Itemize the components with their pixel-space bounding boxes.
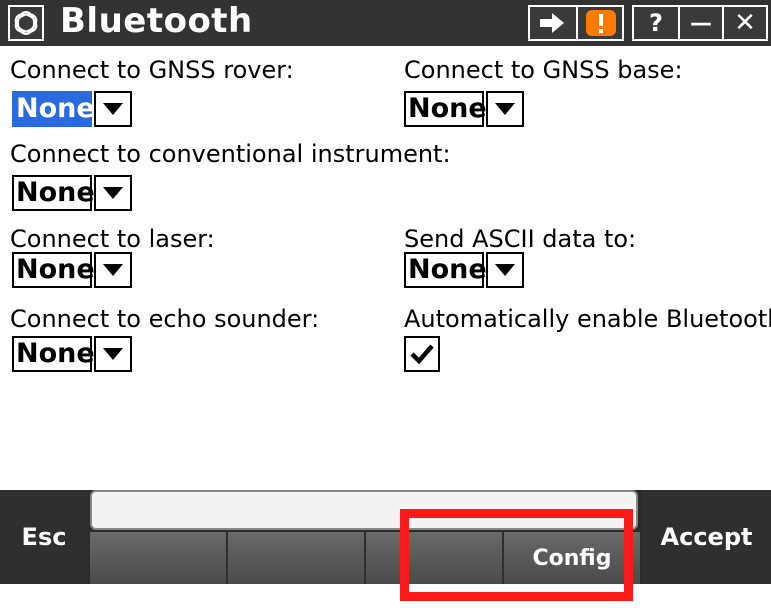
chevron-down-icon[interactable] bbox=[94, 175, 132, 211]
minimize-button[interactable]: — bbox=[680, 7, 722, 39]
ascii-label: Send ASCII data to: bbox=[404, 225, 637, 253]
softkey-1[interactable] bbox=[90, 532, 228, 584]
esc-button[interactable]: Esc bbox=[0, 490, 88, 584]
laser-dropdown[interactable]: None bbox=[12, 252, 132, 288]
app-menu-icon[interactable] bbox=[8, 5, 44, 41]
laser-label: Connect to laser: bbox=[10, 225, 215, 253]
check-icon bbox=[410, 344, 434, 365]
chevron-down-icon[interactable] bbox=[486, 91, 524, 127]
conventional-dropdown[interactable]: None bbox=[12, 175, 132, 211]
title-bar: Bluetooth ? — ✕ bbox=[0, 0, 771, 46]
nav-arrow-icon[interactable] bbox=[530, 7, 576, 39]
warning-icon[interactable] bbox=[580, 7, 622, 39]
bottom-bar: Esc Config Accept bbox=[0, 490, 771, 584]
bluetooth-window: Bluetooth ? — ✕ Connect to GNSS rover: N… bbox=[0, 0, 771, 584]
echo-dropdown[interactable]: None bbox=[12, 336, 132, 372]
laser-value[interactable]: None bbox=[12, 252, 95, 288]
ascii-value[interactable]: None bbox=[404, 252, 487, 288]
chevron-down-icon[interactable] bbox=[486, 252, 524, 288]
auto-enable-checkbox[interactable] bbox=[404, 336, 440, 372]
softkey-2[interactable] bbox=[228, 532, 366, 584]
status-group bbox=[528, 5, 624, 41]
echo-value[interactable]: None bbox=[12, 336, 95, 372]
accept-button[interactable]: Accept bbox=[642, 490, 771, 584]
auto-enable-label: Automatically enable Bluetooth: bbox=[404, 305, 771, 333]
chevron-down-icon[interactable] bbox=[94, 336, 132, 372]
gnss-base-label: Connect to GNSS base: bbox=[404, 56, 683, 84]
chevron-down-icon[interactable] bbox=[94, 91, 132, 127]
close-button[interactable]: ✕ bbox=[724, 7, 766, 39]
window-controls: ? — ✕ bbox=[632, 5, 768, 41]
help-button[interactable]: ? bbox=[634, 7, 678, 39]
gnss-base-dropdown[interactable]: None bbox=[404, 91, 524, 127]
gnss-base-value[interactable]: None bbox=[404, 91, 487, 127]
gnss-rover-value[interactable]: None bbox=[12, 91, 95, 127]
conventional-value[interactable]: None bbox=[12, 175, 95, 211]
window-title: Bluetooth bbox=[60, 1, 253, 41]
chevron-down-icon[interactable] bbox=[94, 252, 132, 288]
highlight-box bbox=[400, 509, 633, 601]
echo-label: Connect to echo sounder: bbox=[10, 305, 320, 333]
ascii-dropdown[interactable]: None bbox=[404, 252, 524, 288]
conventional-label: Connect to conventional instrument: bbox=[10, 140, 451, 168]
gnss-rover-label: Connect to GNSS rover: bbox=[10, 56, 294, 84]
gnss-rover-dropdown[interactable]: None bbox=[12, 91, 132, 127]
